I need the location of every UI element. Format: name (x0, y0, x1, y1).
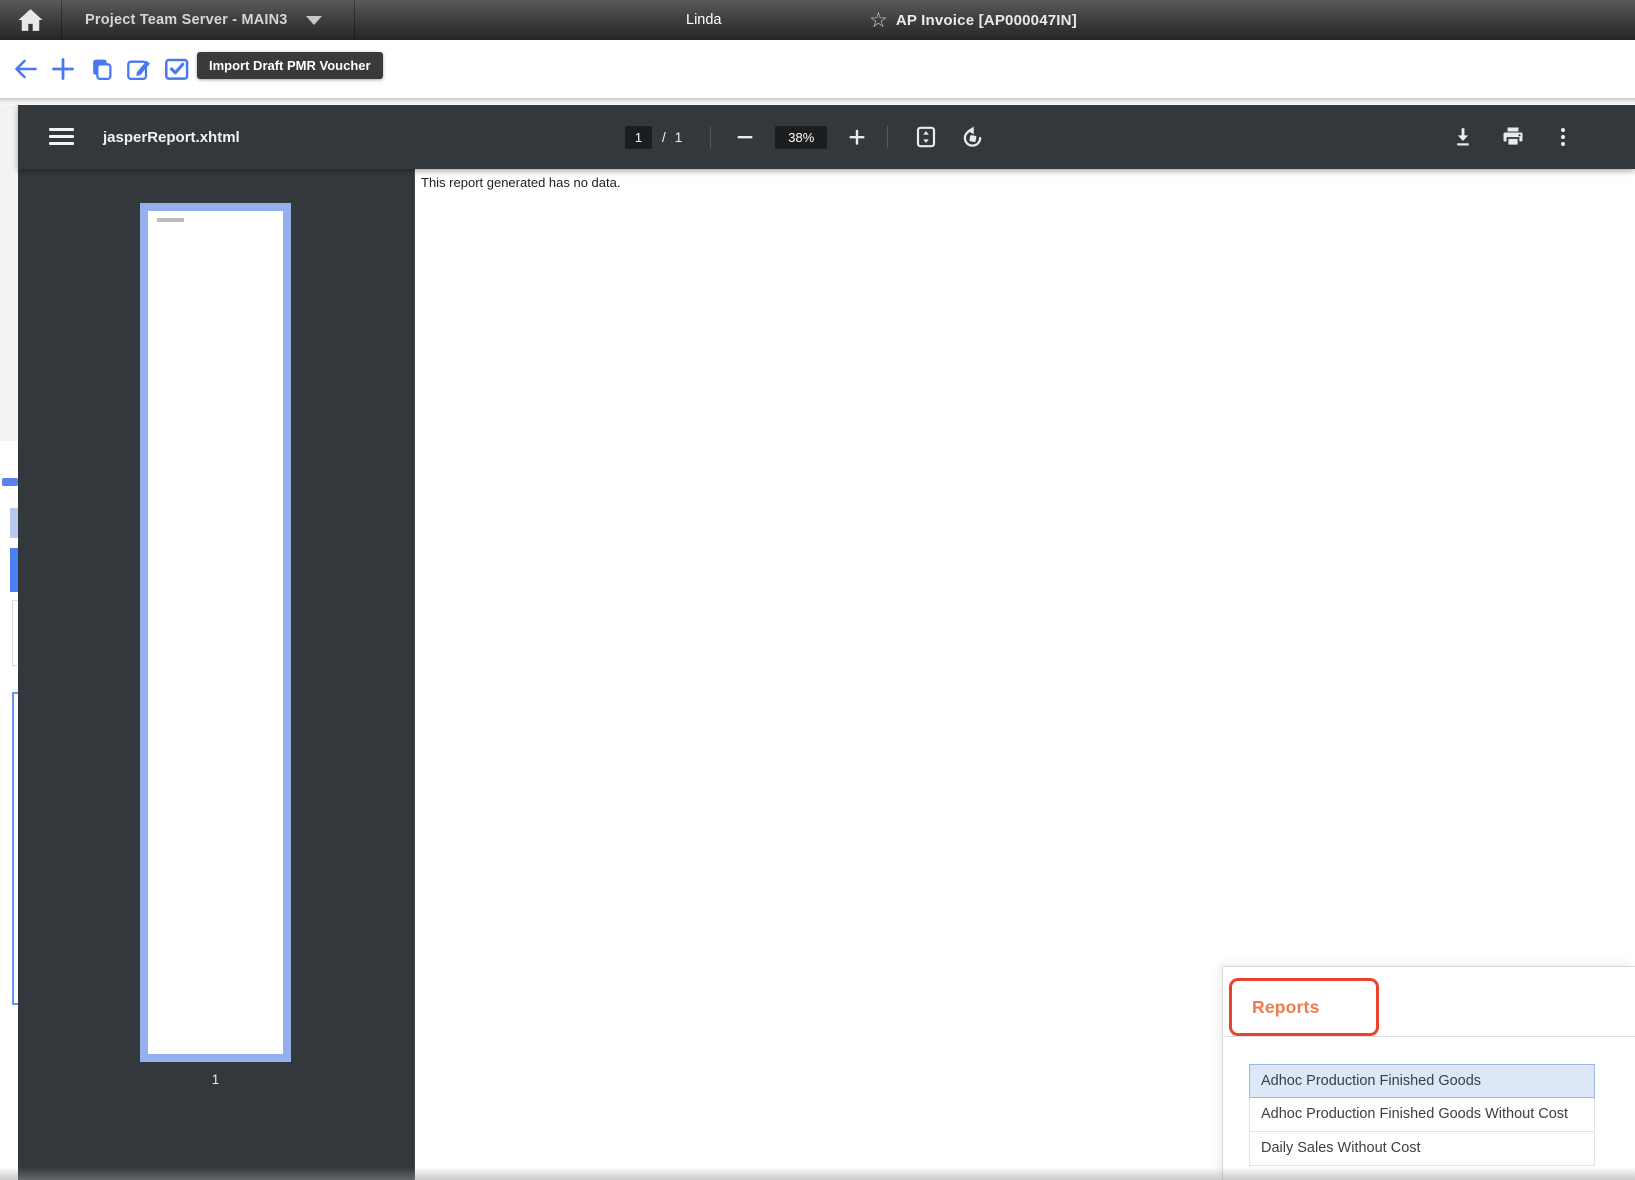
app-top-bar: Project Team Server - MAIN3 Linda ☆ AP I… (0, 0, 1635, 40)
page-number-input[interactable]: 1 (625, 126, 652, 149)
thumbnail-page-number: 1 (140, 1072, 291, 1087)
report-item-daily-sales-without-cost[interactable]: Daily Sales Without Cost (1249, 1132, 1595, 1166)
import-draft-pmr-voucher-button[interactable] (164, 56, 190, 82)
import-icon (164, 57, 190, 81)
toolbar-divider (710, 126, 711, 148)
underlying-tab-indicator-fragment (2, 478, 18, 486)
zoom-out-icon (734, 126, 756, 148)
toolbar-divider (887, 126, 888, 148)
reports-title: Reports (1252, 997, 1320, 1018)
back-button[interactable] (12, 56, 38, 82)
zoom-level-display: 38% (775, 126, 827, 149)
more-options-button[interactable] (1550, 124, 1576, 150)
document-title-group: ☆ AP Invoice [AP000047IN] (869, 0, 1077, 40)
reports-list: Adhoc Production Finished Goods Adhoc Pr… (1249, 1064, 1595, 1166)
tooltip: Import Draft PMR Voucher (197, 52, 383, 79)
reports-panel: Reports Adhoc Production Finished Goods … (1222, 966, 1635, 1180)
zoom-in-icon (846, 126, 868, 148)
back-icon (13, 58, 38, 80)
reports-button[interactable]: Reports (1229, 978, 1379, 1036)
copy-icon (89, 57, 114, 82)
page-thumbnail[interactable] (140, 203, 291, 1062)
download-button[interactable] (1450, 124, 1476, 150)
home-button[interactable] (0, 0, 62, 40)
fit-page-button[interactable] (913, 124, 939, 150)
home-icon (17, 8, 44, 32)
underlying-button-fragment (10, 508, 18, 538)
page-divider: / (662, 130, 666, 145)
print-button[interactable] (1500, 124, 1526, 150)
copy-button[interactable] (88, 56, 114, 82)
pdf-page-zoom-controls: 1 / 1 38% (625, 105, 985, 169)
more-vertical-icon (1553, 125, 1573, 149)
add-button[interactable] (50, 56, 76, 82)
rotate-ccw-icon (960, 125, 985, 150)
favorite-star-icon[interactable]: ☆ (869, 9, 888, 31)
underlying-page-strip (0, 105, 18, 1180)
fit-page-icon (914, 125, 938, 149)
thumbnail-text-fragment (157, 218, 184, 222)
zoom-out-button[interactable] (732, 124, 758, 150)
edit-icon (126, 57, 152, 82)
menu-icon (49, 128, 74, 131)
zoom-in-button[interactable] (844, 124, 870, 150)
add-icon (51, 57, 75, 81)
rotate-ccw-button[interactable] (959, 124, 985, 150)
dropdown-caret-icon (306, 16, 322, 25)
project-selector-label: Project Team Server - MAIN3 (85, 12, 288, 28)
pdf-toolbar-right-actions (1450, 105, 1576, 169)
pdf-menu-button[interactable] (49, 128, 74, 145)
project-selector[interactable]: Project Team Server - MAIN3 (63, 0, 355, 40)
reports-panel-divider (1223, 1036, 1635, 1037)
pdf-file-name: jasperReport.xhtml (103, 105, 240, 169)
user-name: Linda (686, 0, 721, 40)
no-data-message: This report generated has no data. (421, 175, 620, 190)
report-item-adhoc-production-finished-goods[interactable]: Adhoc Production Finished Goods (1249, 1064, 1595, 1098)
print-icon (1500, 125, 1526, 149)
pdf-viewer-toolbar: jasperReport.xhtml 1 / 1 38% (18, 105, 1635, 169)
action-toolbar: Import Draft PMR Voucher (0, 40, 1635, 98)
edit-button[interactable] (126, 56, 152, 82)
underlying-panel-fragment (0, 105, 18, 441)
pdf-thumbnail-panel: 1 (18, 169, 415, 1180)
report-item-adhoc-production-finished-goods-without-cost[interactable]: Adhoc Production Finished Goods Without … (1249, 1098, 1595, 1132)
total-pages: 1 (675, 130, 683, 145)
document-title: AP Invoice [AP000047IN] (896, 12, 1077, 29)
underlying-button-fragment (10, 548, 18, 592)
download-icon (1451, 125, 1475, 149)
toolbar-shadow-divider (0, 98, 1635, 105)
